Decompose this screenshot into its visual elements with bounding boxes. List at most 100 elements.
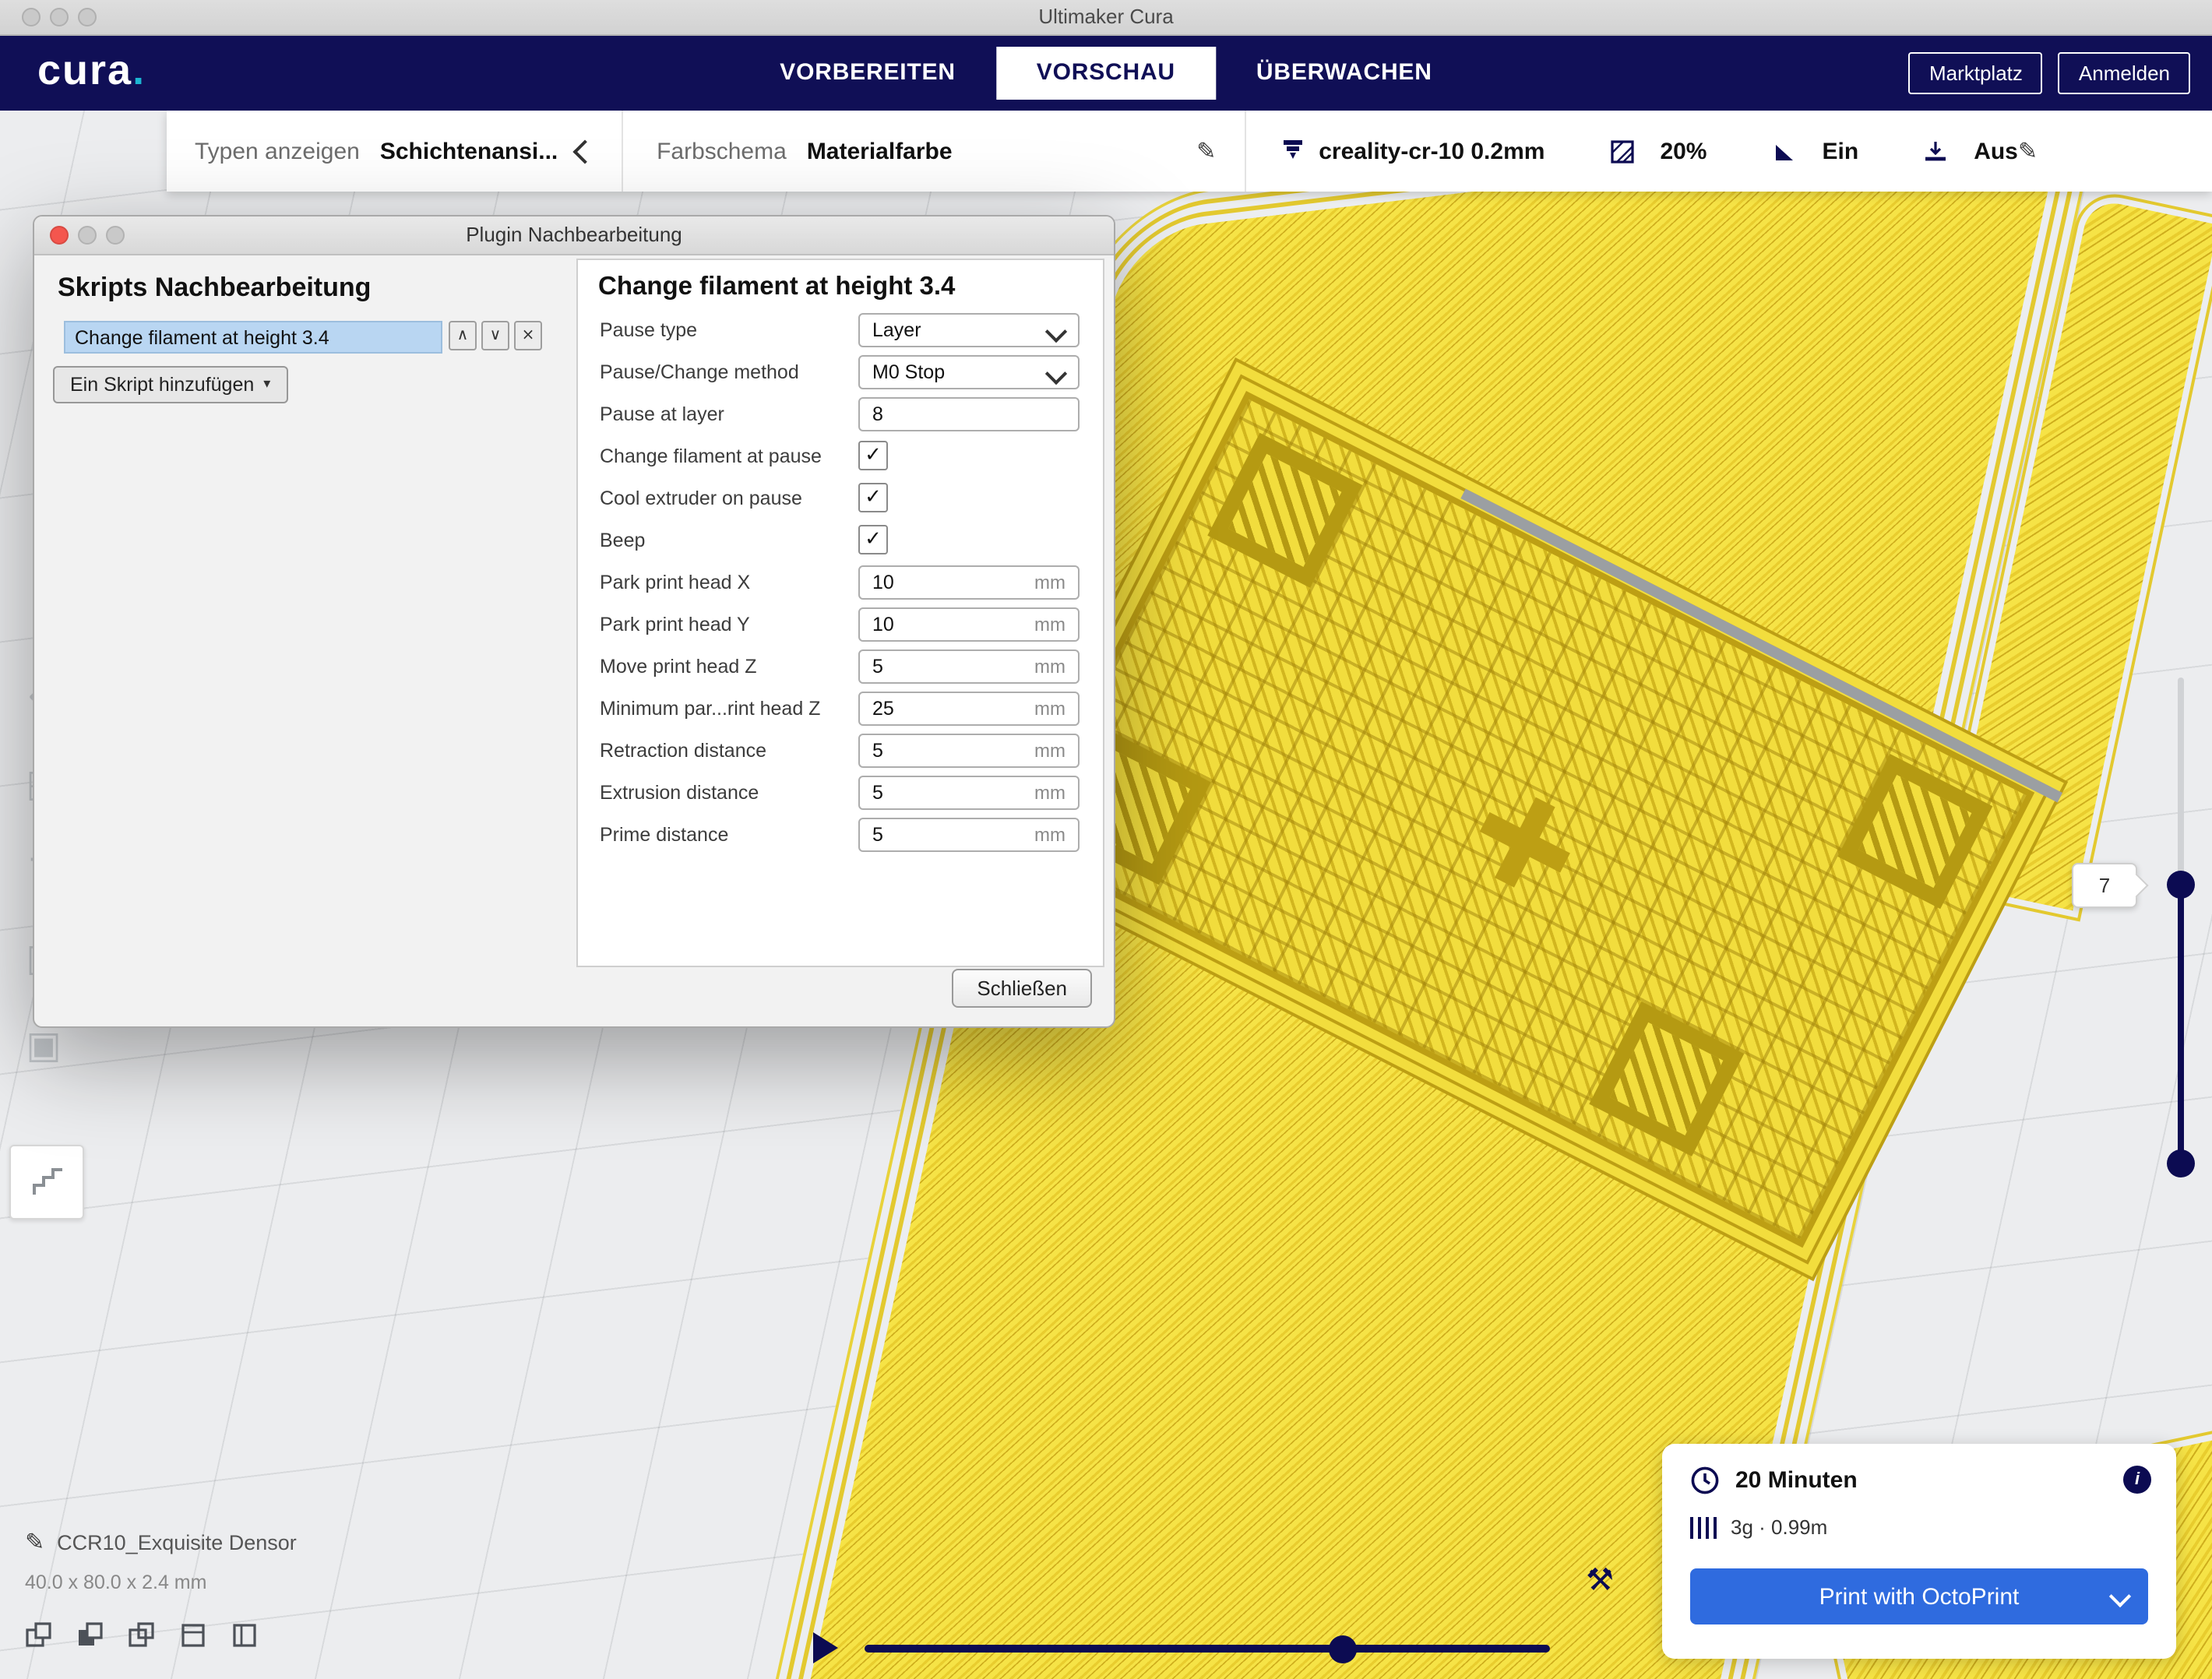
adjust-tools-icon[interactable]: ⚒ [1576,1556,1623,1603]
tab-ueberwachen[interactable]: ÜBERWACHEN [1216,46,1473,99]
field-row-pause-change-method: Pause/Change methodM0 Stop [578,350,1103,392]
printer-profile[interactable]: creality-cr-10 0.2mm [1319,138,1545,164]
field-row-minimum-par-rint-head-z: Minimum par...rint head Z25mm [578,687,1103,729]
script-list-item-selected[interactable]: Change filament at height 3.4 [64,321,442,354]
move-script-up-button[interactable]: ∧ [449,321,477,350]
qr-finder-square [1837,754,1992,909]
edit-model-name-icon[interactable]: ✎ [25,1528,44,1556]
tab-vorschau[interactable]: VORSCHAU [996,46,1216,99]
layer-slider-lower-handle[interactable] [2167,1149,2195,1177]
view-icon[interactable] [176,1618,210,1653]
park-print-head-y-input[interactable]: 10mm [858,607,1080,641]
edit-print-settings-icon[interactable]: ✎ [2018,137,2038,165]
field-label: Beep [600,529,858,551]
close-dialog-button[interactable]: Schließen [952,969,1092,1008]
post-processing-dialog: Plugin Nachbearbeitung Skripts Nachbearb… [33,215,1115,1028]
tab-vorbereiten[interactable]: VORBEREITEN [739,46,996,99]
field-row-move-print-head-z: Move print head Z5mm [578,645,1103,687]
script-settings-panel: Change filament at height 3.4 Pause type… [576,259,1104,967]
logo-dot: . [132,47,146,93]
material-row: 3g · 0.99m [1690,1515,1827,1539]
stage-tabs: VORBEREITEN VORSCHAU ÜBERWACHEN [739,34,1472,111]
play-button[interactable] [813,1632,838,1663]
chevron-left-icon[interactable] [572,139,597,163]
move-print-head-z-input[interactable]: 5mm [858,649,1080,683]
dialog-title: Plugin Nachbearbeitung [34,223,1114,246]
beep-checkbox[interactable]: ✓ [858,525,888,554]
support-blocker-button[interactable] [9,1145,84,1220]
layer-indicator: 7 [2072,863,2137,908]
marketplace-button[interactable]: Marktplatz [1909,51,2043,93]
infill-chip[interactable]: 20% [1610,138,1707,164]
extrusion-distance-input[interactable]: 5mm [858,775,1080,809]
caret-down-icon: ▾ [263,377,270,392]
field-label: Park print head X [600,571,858,593]
infill-value: 20% [1660,138,1707,164]
layer-slider-range [2178,885,2184,1163]
pause-change-method-select[interactable]: M0 Stop [858,354,1080,389]
adhesion-value: Aus [1974,138,2018,164]
chevron-down-icon [1045,320,1067,342]
checkmark-icon: ✓ [865,530,882,550]
field-row-pause-type: Pause typeLayer [578,308,1103,350]
print-button-label: Print with OctoPrint [1819,1583,2020,1610]
view-type-label: Typen anzeigen [195,138,360,164]
field-label: Prime distance [600,823,858,845]
unit-label: mm [1034,739,1065,761]
main-nav: cura. VORBEREITEN VORSCHAU ÜBERWACHEN Ma… [0,34,2212,111]
filament-usage-icon [1690,1516,1717,1538]
view-type-value[interactable]: Schichtenansi... [380,138,558,164]
field-label: Pause type [600,319,858,340]
playback-slider-track[interactable] [865,1645,1550,1653]
field-label: Park print head Y [600,613,858,635]
playback-slider-handle[interactable] [1329,1635,1357,1663]
move-script-down-button[interactable]: ∨ [481,321,509,350]
color-scheme-label: Farbschema [657,138,787,164]
nav-actions: Marktplatz Anmelden [1909,51,2190,93]
dialog-titlebar: Plugin Nachbearbeitung [34,216,1114,255]
color-scheme-group: Farbschema Materialfarbe ✎ [622,137,1244,165]
view-type-group: Typen anzeigen Schichtenansi... [167,138,621,164]
info-icon[interactable]: i [2123,1466,2151,1494]
model-dimensions: 40.0 x 80.0 x 2.4 mm [25,1572,206,1593]
qr-finder-square [1207,433,1362,588]
color-scheme-value[interactable]: Materialfarbe [807,138,953,164]
checkmark-icon: ✓ [865,445,882,466]
object-list-icons [22,1618,262,1653]
checkmark-icon: ✓ [865,488,882,508]
edit-icon[interactable]: ✎ [1196,137,1216,165]
pause-type-select[interactable]: Layer [858,312,1080,347]
unit-label: mm [1034,571,1065,593]
signin-button[interactable]: Anmelden [2059,51,2190,93]
chevron-down-icon [1045,362,1067,384]
infill-icon [1610,139,1633,163]
park-print-head-x-input[interactable]: 10mm [858,565,1080,599]
minimum-par-rint-head-z-input[interactable]: 25mm [858,691,1080,725]
layer-slider-upper-handle[interactable] [2167,871,2195,899]
remove-script-button[interactable]: × [514,321,542,350]
pause-at-layer-input[interactable]: 8 [858,396,1080,431]
model-name: CCR10_Exquisite Densor [57,1530,297,1554]
support-chip[interactable]: Ein [1773,138,1859,164]
unit-label: mm [1034,781,1065,803]
adhesion-chip[interactable]: Aus [1924,138,2018,164]
cool-extruder-on-pause-checkbox[interactable]: ✓ [858,483,888,512]
add-script-dropdown[interactable]: Ein Skript hinzufügen ▾ [53,366,287,403]
unit-label: mm [1034,613,1065,635]
view-icon[interactable] [73,1618,107,1653]
chevron-down-icon [2109,1586,2131,1607]
window-titlebar: Ultimaker Cura [0,0,2212,36]
view-icon[interactable] [22,1618,56,1653]
prime-distance-input[interactable]: 5mm [858,817,1080,851]
field-label: Pause/Change method [600,361,858,382]
view-icon[interactable] [125,1618,159,1653]
view-icon[interactable] [227,1618,262,1653]
add-script-label: Ein Skript hinzufügen [70,374,254,396]
retraction-distance-input[interactable]: 5mm [858,733,1080,767]
change-filament-at-pause-checkbox[interactable]: ✓ [858,441,888,470]
field-row-beep: Beep ✓ [578,519,1103,561]
print-with-octoprint-button[interactable]: Print with OctoPrint [1690,1568,2148,1624]
material-usage: 3g · 0.99m [1731,1515,1827,1539]
view-settings-toolbar: Typen anzeigen Schichtenansi... Farbsche… [167,111,2212,192]
field-label: Retraction distance [600,739,858,761]
